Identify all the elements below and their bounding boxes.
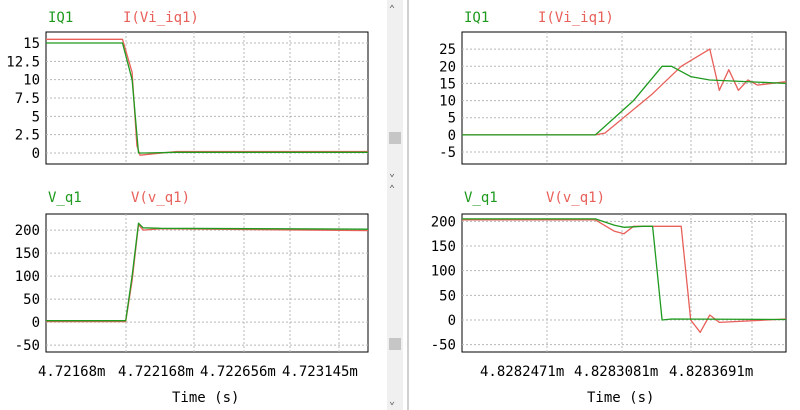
plot-right-voltage: V_q1 V(v_q1) 200 150 100 50 0 -50	[431, 190, 787, 354]
y-tick-label: -50	[431, 338, 456, 354]
chevron-down-icon[interactable]: ⌄	[389, 396, 395, 407]
x-tick-label: 4.723145m	[282, 364, 358, 380]
y-tick-label: 5	[448, 111, 456, 127]
x-tick-label: 4.8283081m	[574, 364, 658, 380]
x-tick-label: 4.722168m	[118, 364, 194, 380]
y-tick-label: 50	[439, 288, 456, 304]
y-tick-label: 12.5	[6, 54, 40, 70]
legend-v-q1: V_q1	[48, 190, 82, 206]
y-tick-label: 50	[23, 292, 40, 308]
waveform-viewer: IQ1 I(Vi_iq1) 15 12.5 10 7.5 5 2.5 0 V_q1 V(v_…	[6, 0, 787, 410]
x-tick-label: 4.72168m	[38, 364, 105, 380]
pane-splitter[interactable]: ⌃ ⌄ ⌃ ⌄	[387, 0, 409, 410]
x-tick-label: 4.8283691m	[669, 364, 753, 380]
time-axis-label: Time (s)	[172, 390, 239, 406]
y-tick-label: 0	[32, 146, 40, 162]
y-tick-label: 150	[431, 239, 456, 255]
x-axis-right: 4.8282471m 4.8283081m 4.8283691m Time (s…	[480, 364, 753, 406]
y-tick-label: 200	[15, 223, 40, 239]
plot-left-voltage: V_q1 V(v_q1) 200 150 100 50 0 -50	[15, 190, 369, 354]
legend-iq1: IQ1	[464, 10, 489, 26]
y-tick-label: 100	[431, 264, 456, 280]
scroll-thumb[interactable]	[389, 132, 401, 144]
y-tick-label: 2.5	[15, 128, 40, 144]
y-tick-label: 0	[448, 313, 456, 329]
plot-right-current: IQ1 I(Vi_iq1) 252015 1050-5	[439, 10, 787, 165]
scroll-thumb[interactable]	[389, 338, 401, 350]
x-tick-label: 4.8282471m	[480, 364, 564, 380]
y-tick-label: -50	[15, 338, 40, 354]
y-tick-label: 25	[439, 42, 456, 58]
y-tick-label: 100	[15, 269, 40, 285]
y-tick-label: 200	[431, 214, 456, 230]
y-tick-label: 5	[32, 109, 40, 125]
y-tick-label: 15	[23, 36, 40, 52]
y-tick-label: 7.5	[15, 91, 40, 107]
legend-v-v-q1: V(v_q1)	[546, 190, 605, 206]
legend-v-v-q1: V(v_q1)	[131, 190, 190, 206]
y-tick-label: -5	[439, 145, 456, 161]
y-tick-label: 10	[439, 94, 456, 110]
legend-v-q1: V_q1	[464, 190, 498, 206]
time-axis-label: Time (s)	[587, 390, 654, 406]
legend-iq1: IQ1	[48, 10, 73, 26]
chevron-up-icon[interactable]: ⌃	[389, 4, 395, 15]
x-axis-left: 4.72168m 4.722168m 4.722656m 4.723145m T…	[38, 364, 358, 406]
legend-i-vi-iq1: I(Vi_iq1)	[538, 10, 614, 26]
x-tick-label: 4.722656m	[200, 364, 276, 380]
legend-i-vi-iq1: I(Vi_iq1)	[123, 10, 199, 26]
plot-frame	[45, 213, 369, 353]
y-tick-label: 150	[15, 246, 40, 262]
chevron-up-icon[interactable]: ⌃	[389, 184, 395, 195]
y-tick-label: 10	[23, 73, 40, 89]
chevron-down-icon[interactable]: ⌄	[389, 168, 395, 179]
plot-left-current: IQ1 I(Vi_iq1) 15 12.5 10 7.5 5 2.5 0	[6, 10, 369, 165]
y-tick-label: 15	[439, 76, 456, 92]
y-tick-label: 0	[448, 128, 456, 144]
y-tick-label: 20	[439, 59, 456, 75]
plot-frame	[461, 213, 787, 353]
y-tick-label: 0	[32, 315, 40, 331]
plot-frame	[461, 31, 787, 165]
